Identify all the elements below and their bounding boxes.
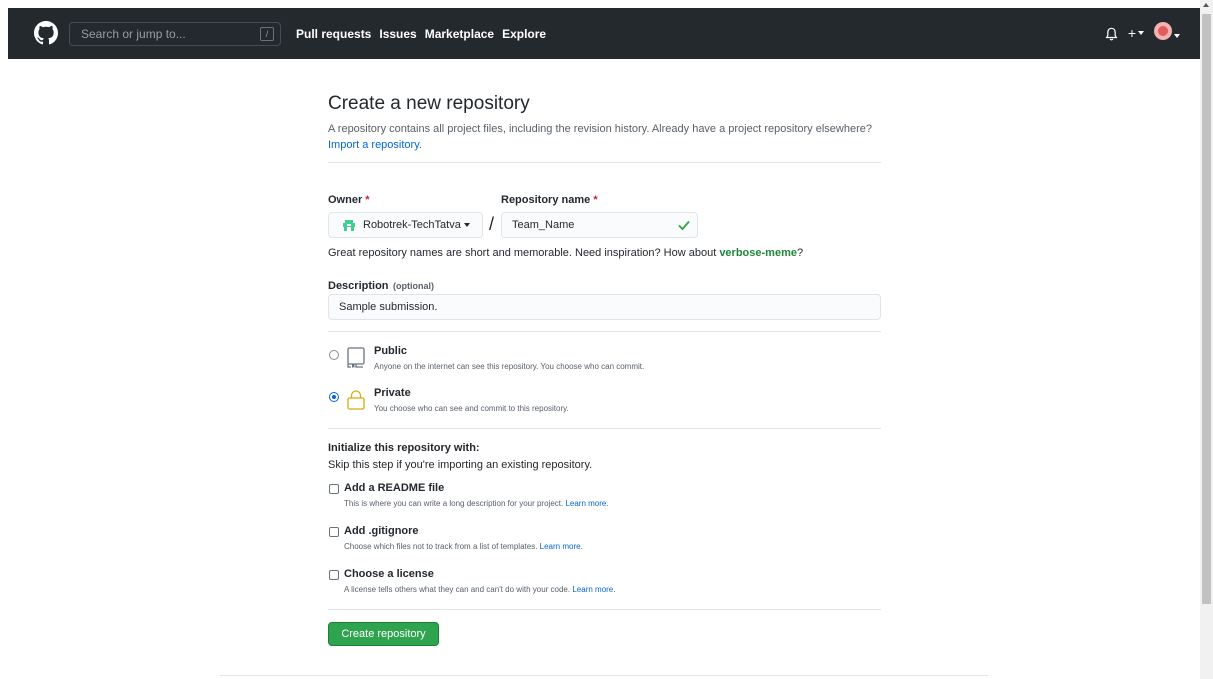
name-hint-text: Great repository names are short and mem… xyxy=(328,247,720,259)
name-suggestion[interactable]: verbose-meme xyxy=(719,247,797,259)
divider xyxy=(328,331,881,332)
global-header: Search or jump to... / Pull requests Iss… xyxy=(8,8,1200,59)
chevron-down-icon xyxy=(1138,31,1144,36)
create-repository-button[interactable]: Create repository xyxy=(328,622,439,646)
readme-desc-text: This is where you can write a long descr… xyxy=(344,499,564,508)
description-label-text: Description xyxy=(328,280,389,292)
init-title: Initialize this repository with: xyxy=(328,442,480,454)
gitignore-checkbox[interactable] xyxy=(329,527,339,537)
owner-value: Robotrek-TechTatva xyxy=(363,219,461,231)
import-repository-link[interactable]: Import a repository. xyxy=(328,139,422,151)
required-marker: * xyxy=(593,194,598,206)
visibility-private-title: Private xyxy=(374,387,411,399)
global-nav: Pull requests Issues Marketplace Explore xyxy=(296,8,554,59)
search-placeholder: Search or jump to... xyxy=(81,27,186,41)
github-logo-icon[interactable] xyxy=(34,21,58,45)
nav-pull-requests[interactable]: Pull requests xyxy=(296,27,371,41)
footer-divider xyxy=(220,675,988,676)
gitignore-desc: Choose which files not to track from a l… xyxy=(344,542,583,551)
visibility-public-desc: Anyone on the internet can see this repo… xyxy=(374,362,645,371)
name-hint: Great repository names are short and mem… xyxy=(328,247,803,259)
nav-issues[interactable]: Issues xyxy=(379,27,416,41)
readme-desc: This is where you can write a long descr… xyxy=(344,499,609,508)
divider xyxy=(328,609,881,610)
scroll-up-arrow-icon[interactable] xyxy=(1203,3,1209,7)
license-title: Choose a license xyxy=(344,568,434,580)
owner-label-text: Owner xyxy=(328,194,363,206)
description-input[interactable]: Sample submission. xyxy=(328,294,881,320)
readme-checkbox[interactable] xyxy=(329,484,339,494)
bell-icon[interactable] xyxy=(1105,27,1118,41)
optional-marker: (optional) xyxy=(392,281,434,291)
visibility-public-title: Public xyxy=(374,345,408,357)
check-icon xyxy=(678,220,690,231)
nav-marketplace[interactable]: Marketplace xyxy=(425,27,494,41)
create-new-dropdown[interactable]: + xyxy=(1128,25,1144,43)
readme-learn-more-link[interactable]: Learn more. xyxy=(565,499,608,508)
init-subtitle: Skip this step if you're importing an ex… xyxy=(328,459,593,471)
header-actions: + xyxy=(1105,8,1180,59)
search-input[interactable]: Search or jump to... / xyxy=(69,22,281,46)
name-hint-end: ? xyxy=(796,247,804,259)
license-desc: A license tells others what they can and… xyxy=(344,585,615,594)
lock-icon xyxy=(347,390,365,410)
top-strip xyxy=(0,0,1213,8)
user-menu-dropdown[interactable] xyxy=(1154,22,1180,45)
page-subtitle-text: A repository contains all project files,… xyxy=(328,123,872,135)
license-desc-text: A license tells others what they can and… xyxy=(344,585,571,594)
gitignore-learn-more-link[interactable]: Learn more. xyxy=(540,542,583,551)
visibility-public-radio[interactable] xyxy=(329,350,339,360)
description-value: Sample submission. xyxy=(339,301,438,313)
owner-repo-separator: / xyxy=(489,214,495,234)
repo-name-label: Repository name * xyxy=(501,194,598,206)
readme-title: Add a README file xyxy=(344,482,445,494)
license-learn-more-link[interactable]: Learn more. xyxy=(572,585,615,594)
owner-avatar-icon xyxy=(342,219,356,232)
page-subtitle: A repository contains all project files,… xyxy=(328,121,881,153)
new-repo-form: Create a new repository A repository con… xyxy=(328,93,881,646)
gitignore-title: Add .gitignore xyxy=(344,525,419,537)
chevron-down-icon xyxy=(463,223,470,228)
nav-explore[interactable]: Explore xyxy=(502,27,546,41)
owner-label: Owner * xyxy=(328,194,370,206)
repo-name-label-text: Repository name xyxy=(501,194,591,206)
description-label: Description (optional) xyxy=(328,276,434,294)
repository-name-input[interactable]: Team_Name xyxy=(501,212,698,238)
repo-icon xyxy=(347,347,365,368)
repository-name-value: Team_Name xyxy=(512,219,575,231)
divider xyxy=(328,162,881,163)
divider xyxy=(328,428,881,429)
search-shortcut-key: / xyxy=(260,27,274,41)
avatar xyxy=(1154,22,1172,40)
required-marker: * xyxy=(365,194,370,206)
gitignore-desc-text: Choose which files not to track from a l… xyxy=(344,542,538,551)
visibility-private-desc: You choose who can see and commit to thi… xyxy=(374,404,569,413)
chevron-down-icon xyxy=(1174,33,1180,38)
scroll-thumb[interactable] xyxy=(1202,14,1211,604)
scrollbar[interactable] xyxy=(1200,0,1213,679)
license-checkbox[interactable] xyxy=(329,570,339,580)
visibility-private-radio[interactable] xyxy=(329,392,339,402)
plus-icon: + xyxy=(1127,24,1136,41)
owner-select[interactable]: Robotrek-TechTatva xyxy=(328,212,483,238)
page-title: Create a new repository xyxy=(328,93,530,114)
